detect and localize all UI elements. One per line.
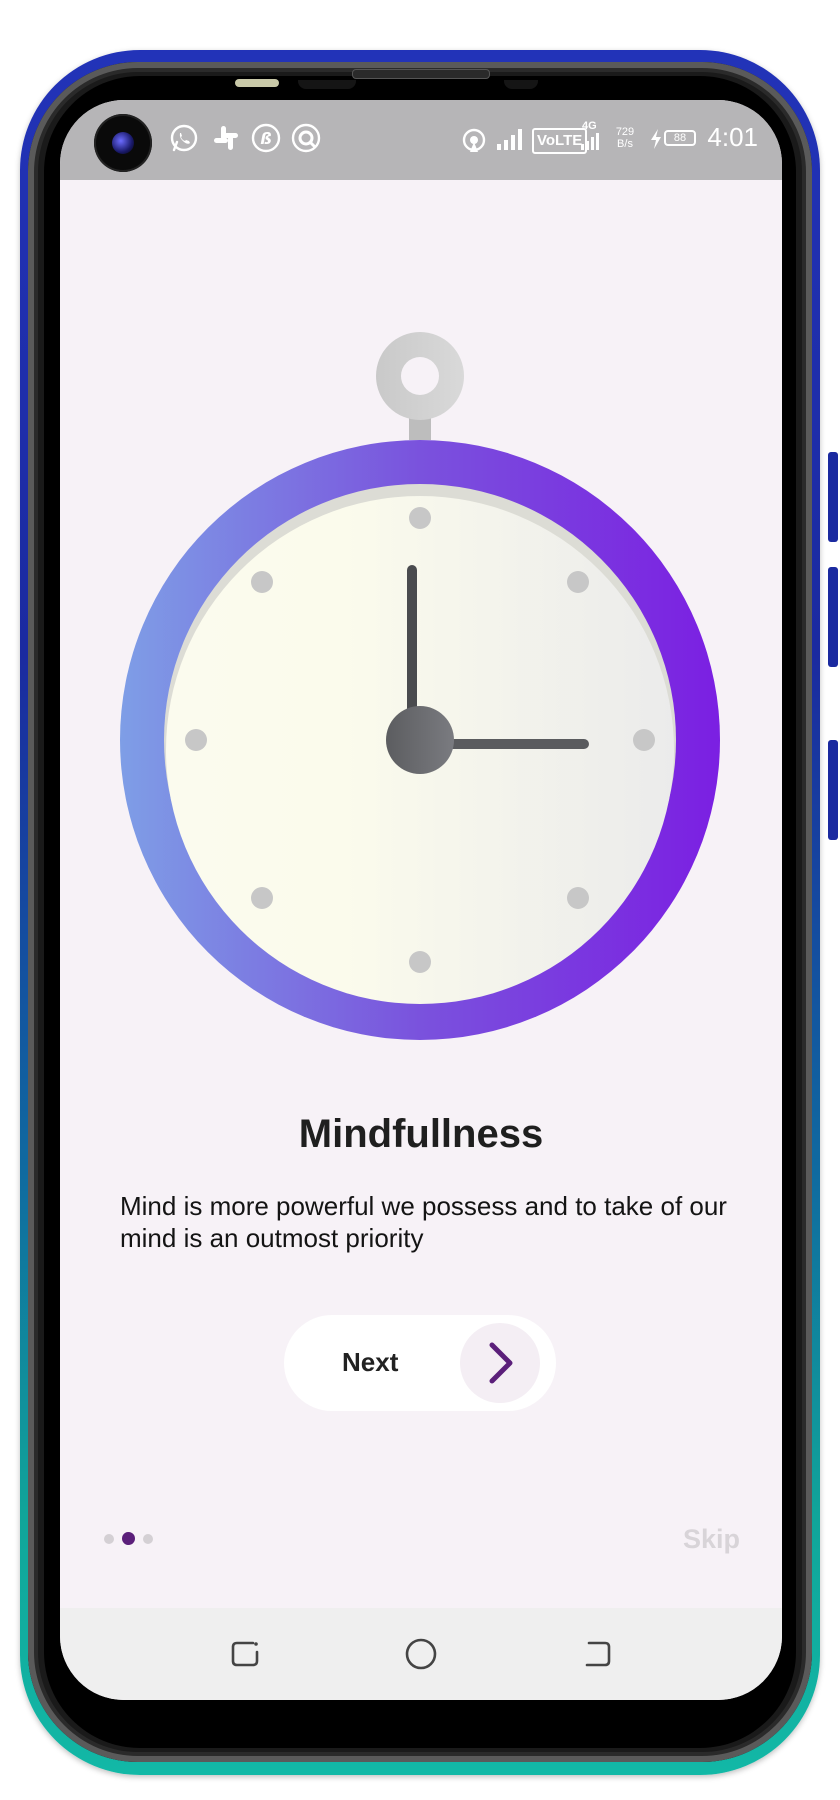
screen: ß VoLTE 4G 729 B/s 88 4:01 Mindfullness … [60, 100, 782, 1700]
skip-button[interactable]: Skip [683, 1524, 740, 1555]
mobile-data-signal-icon [581, 133, 599, 150]
power-button [828, 740, 838, 840]
hotspot-icon [462, 128, 486, 152]
page-dot-1[interactable] [104, 1534, 114, 1544]
network-speed-value: 729 [615, 126, 635, 138]
stopwatch-icon [120, 332, 720, 1040]
volume-down-button [828, 567, 838, 667]
page-dot-3[interactable] [143, 1534, 153, 1544]
charging-bolt-icon [651, 129, 661, 149]
front-camera [94, 114, 152, 172]
next-arrow-button[interactable] [460, 1323, 540, 1403]
status-bar: ß VoLTE 4G 729 B/s 88 4:01 [60, 100, 782, 180]
navigation-bar [60, 1608, 782, 1700]
volume-up-button [828, 452, 838, 542]
bezel-notch [504, 80, 538, 89]
onboarding-description: Mind is more powerful we possess and to … [120, 1191, 727, 1253]
bitcoin-icon: ß [251, 123, 281, 153]
page-dot-2-active[interactable] [122, 1532, 135, 1545]
network-type-label: 4G [582, 120, 597, 132]
next-button-label: Next [342, 1347, 399, 1377]
svg-text:ß: ß [260, 129, 272, 148]
proximity-sensor [235, 79, 279, 87]
status-time: 4:01 [707, 122, 758, 152]
network-speed-unit: B/s [617, 138, 633, 150]
bezel-notch [298, 80, 356, 89]
volte-badge: VoLTE [532, 128, 588, 154]
next-button[interactable]: Next [284, 1315, 556, 1411]
recent-apps-icon[interactable] [225, 1634, 265, 1674]
network-speed: 729 B/s [610, 126, 640, 150]
earpiece-speaker [352, 69, 490, 79]
back-icon[interactable] [577, 1634, 617, 1674]
app-icon [291, 123, 321, 153]
hand-hub [386, 706, 454, 774]
signal-strength-icon [497, 129, 522, 150]
home-icon[interactable] [401, 1634, 441, 1674]
stopwatch-crown [376, 332, 464, 440]
onboarding-title: Mindfullness [298, 1112, 544, 1156]
whatsapp-icon [170, 124, 198, 152]
slack-icon [214, 126, 238, 150]
chevron-right-icon [489, 1342, 513, 1384]
battery-indicator: 88 [664, 130, 696, 146]
